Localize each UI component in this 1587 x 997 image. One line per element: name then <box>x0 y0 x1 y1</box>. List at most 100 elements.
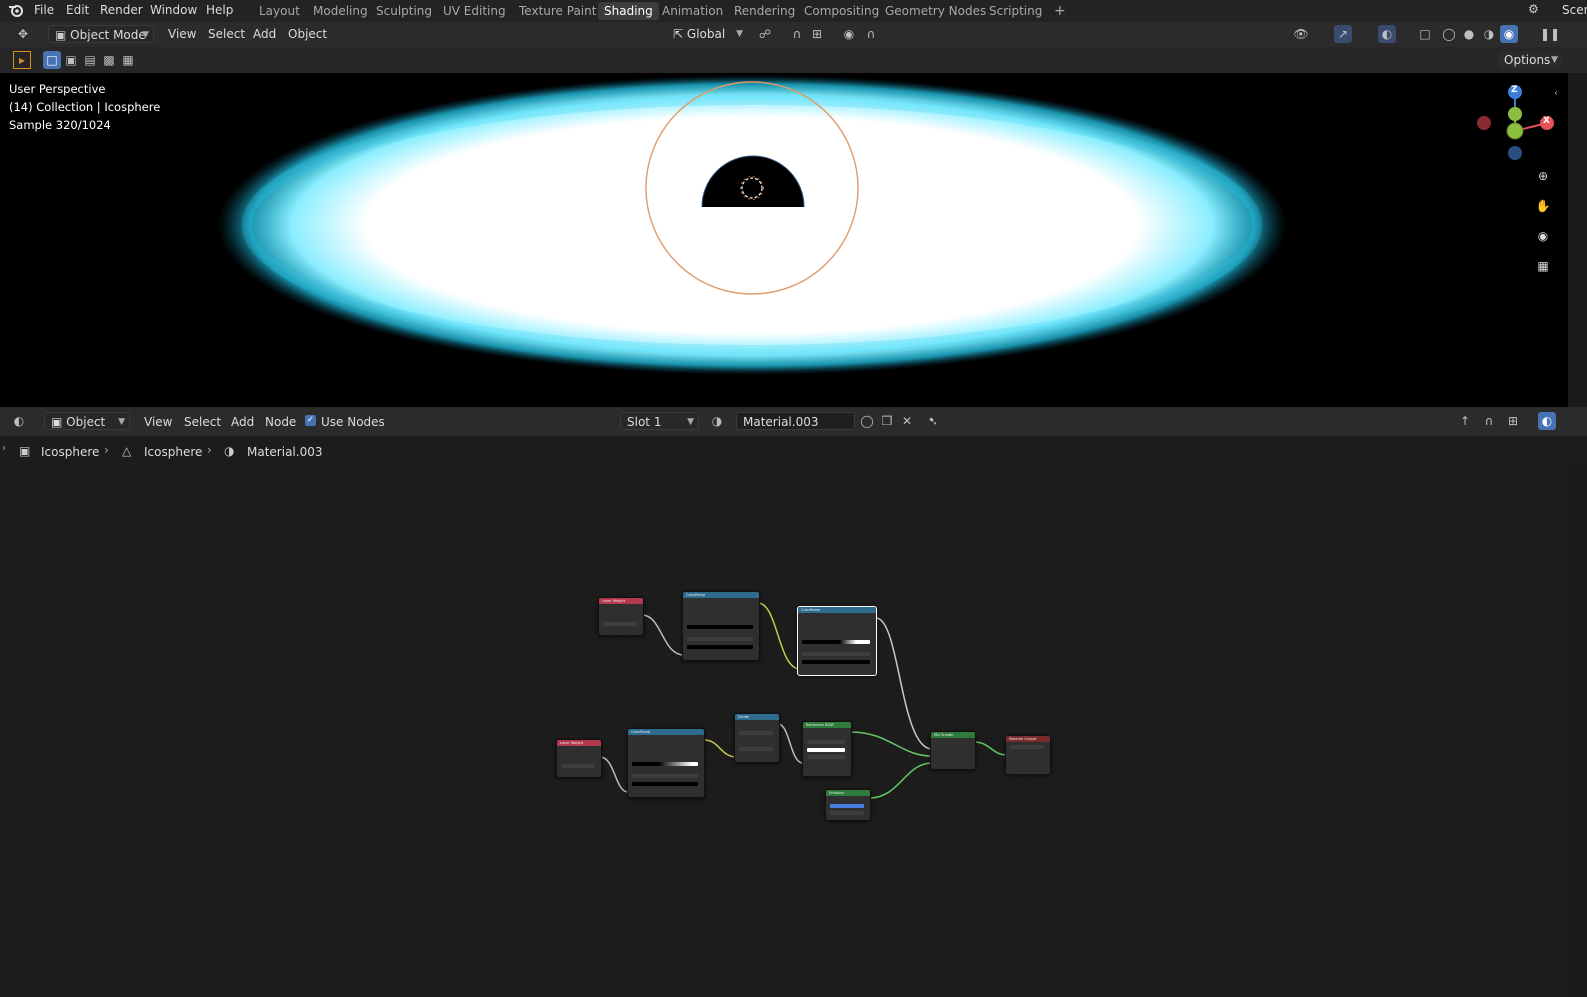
select-subtract-icon[interactable]: ▤ <box>81 51 99 69</box>
3d-viewport[interactable]: User Perspective (14) Collection | Icosp… <box>0 73 1568 407</box>
overlays-icon[interactable]: ◐ <box>1378 25 1396 43</box>
duplicate-material-icon[interactable]: ❐ <box>878 412 896 430</box>
blender-logo-icon[interactable] <box>8 2 24 18</box>
use-nodes-checkbox[interactable]: ✓ <box>305 415 316 426</box>
ramp-color-field[interactable] <box>632 782 698 786</box>
editor-type-icon[interactable]: ✥ <box>14 25 32 43</box>
select-invert-icon[interactable]: ▩ <box>100 51 118 69</box>
select-new-icon[interactable]: □ <box>43 51 61 69</box>
parent-node-tree-icon[interactable]: ↑ <box>1456 412 1474 430</box>
material-output-node[interactable]: Material Output <box>1005 735 1051 775</box>
blend-field[interactable] <box>603 622 637 626</box>
blend-field[interactable] <box>561 764 595 768</box>
pan-hand-icon[interactable]: ✋ <box>1534 197 1552 215</box>
node-overlays-icon[interactable]: ◐ <box>1538 412 1556 430</box>
fake-user-shield-icon[interactable]: ◯ <box>858 412 876 430</box>
tab-modeling[interactable]: Modeling <box>307 2 374 20</box>
node-editor-type-icon[interactable]: ◐ <box>10 412 28 430</box>
unlink-close-icon[interactable]: ✕ <box>898 412 916 430</box>
tab-uv-editing[interactable]: UV Editing <box>437 2 512 20</box>
falloff-icon[interactable]: ∩ <box>862 25 880 43</box>
grid-perspective-icon[interactable]: ▦ <box>1534 257 1552 275</box>
options-dropdown[interactable]: Options ▼ <box>1498 51 1562 69</box>
divide-math-node[interactable]: Divide <box>734 713 780 763</box>
mode-dropdown[interactable]: ▣ Object Mode ▼ <box>48 25 154 43</box>
breadcrumb-material[interactable]: Material.003 <box>247 445 322 459</box>
snap-grid-icon[interactable]: ⊞ <box>1504 412 1522 430</box>
rendered-shading-icon[interactable]: ◉ <box>1500 25 1518 43</box>
tab-animation[interactable]: Animation <box>656 2 729 20</box>
viewport-menu-add[interactable]: Add <box>253 27 276 41</box>
refraction-bsdf-node[interactable]: Refraction BSDF <box>802 721 852 777</box>
tab-texture-paint[interactable]: Texture Paint <box>513 2 602 20</box>
add-workspace-button[interactable]: + <box>1048 2 1072 20</box>
menu-render[interactable]: Render <box>100 3 143 17</box>
ramp-pos-field[interactable] <box>802 652 870 656</box>
zoom-icon[interactable]: ⊕ <box>1534 167 1552 185</box>
menu-window[interactable]: Window <box>150 3 197 17</box>
strength-field[interactable] <box>830 811 864 815</box>
breadcrumb-object[interactable]: Icosphere <box>41 445 99 459</box>
proportional-edit-icon[interactable]: ◉ <box>840 25 858 43</box>
breadcrumb-mesh[interactable]: Icosphere <box>144 445 202 459</box>
wireframe-shading-icon[interactable]: ◯ <box>1440 25 1458 43</box>
snap-target-icon[interactable]: ⊞ <box>808 25 826 43</box>
chevron-left-icon[interactable]: ‹ <box>1554 88 1558 99</box>
shader-type-dropdown[interactable]: ▣ Object ▼ <box>44 412 130 430</box>
tab-compositing[interactable]: Compositing <box>798 2 885 20</box>
menu-help[interactable]: Help <box>206 3 233 17</box>
emission-node[interactable]: Emission <box>825 789 871 821</box>
target-dropdown[interactable] <box>1010 745 1044 749</box>
node-menu-add[interactable]: Add <box>231 415 254 429</box>
node-menu-view[interactable]: View <box>144 415 172 429</box>
distribution-dropdown[interactable] <box>807 740 845 744</box>
solid-shading-icon[interactable]: ● <box>1460 25 1478 43</box>
ramp-color-field[interactable] <box>802 660 870 664</box>
color-ramp-node-2[interactable]: ColorRamp <box>797 606 877 676</box>
node-snap-icon[interactable]: ∩ <box>1480 412 1498 430</box>
material-shading-icon[interactable]: ◑ <box>1480 25 1498 43</box>
pin-icon[interactable]: ➷ <box>924 412 942 430</box>
color-field[interactable] <box>807 748 845 752</box>
viewport-menu-select[interactable]: Select <box>208 27 245 41</box>
color-ramp-node-1[interactable]: ColorRamp <box>682 591 760 661</box>
color-ramp-gradient[interactable] <box>802 640 870 644</box>
material-browse-icon[interactable]: ◑ <box>708 412 726 430</box>
value-field[interactable] <box>739 747 773 751</box>
roughness-field[interactable] <box>807 755 845 759</box>
node-menu-select[interactable]: Select <box>184 415 221 429</box>
menu-file[interactable]: File <box>34 3 54 17</box>
material-name-field[interactable]: Material.003 <box>736 412 855 430</box>
color-ramp-node-3[interactable]: ColorRamp <box>627 728 705 798</box>
select-extend-icon[interactable]: ▣ <box>62 51 80 69</box>
mix-shader-node[interactable]: Mix Shader <box>930 731 976 770</box>
pivot-icon[interactable]: ☍ <box>756 25 774 43</box>
menu-edit[interactable]: Edit <box>66 3 89 17</box>
scene-selector[interactable]: Scen <box>1562 3 1587 17</box>
xray-icon[interactable]: □ <box>1416 25 1434 43</box>
tab-shading[interactable]: Shading <box>598 2 659 20</box>
tab-sculpting[interactable]: Sculpting <box>370 2 438 20</box>
color-ramp-gradient[interactable] <box>632 762 698 766</box>
color-ramp-gradient[interactable] <box>687 625 753 629</box>
ramp-pos-field[interactable] <box>632 774 698 778</box>
emission-color-field[interactable] <box>830 804 864 808</box>
gizmo-toggle-icon[interactable]: ↗ <box>1334 25 1352 43</box>
select-intersect-icon[interactable]: ▦ <box>119 51 137 69</box>
tab-layout[interactable]: Layout <box>253 2 306 20</box>
scene-icon[interactable]: ⚙ <box>1528 2 1539 16</box>
tab-geometry-nodes[interactable]: Geometry Nodes <box>879 2 992 20</box>
transform-orientation-dropdown[interactable]: ⇱ Global ▼ <box>667 25 747 43</box>
viewport-menu-object[interactable]: Object <box>288 27 327 41</box>
tab-scripting[interactable]: Scripting <box>983 2 1048 20</box>
slot-dropdown[interactable]: Slot 1 ▼ <box>620 412 699 430</box>
select-tool-icon[interactable]: ▸ <box>13 51 31 69</box>
operation-dropdown[interactable] <box>739 731 773 735</box>
pause-render-icon[interactable]: ❚❚ <box>1540 25 1560 43</box>
camera-icon[interactable]: ◉ <box>1534 227 1552 245</box>
viewport-menu-view[interactable]: View <box>168 27 196 41</box>
ramp-pos-field[interactable] <box>687 637 753 641</box>
ramp-color-field[interactable] <box>687 645 753 649</box>
snap-icon[interactable]: ∩ <box>788 25 806 43</box>
tab-rendering[interactable]: Rendering <box>728 2 801 20</box>
